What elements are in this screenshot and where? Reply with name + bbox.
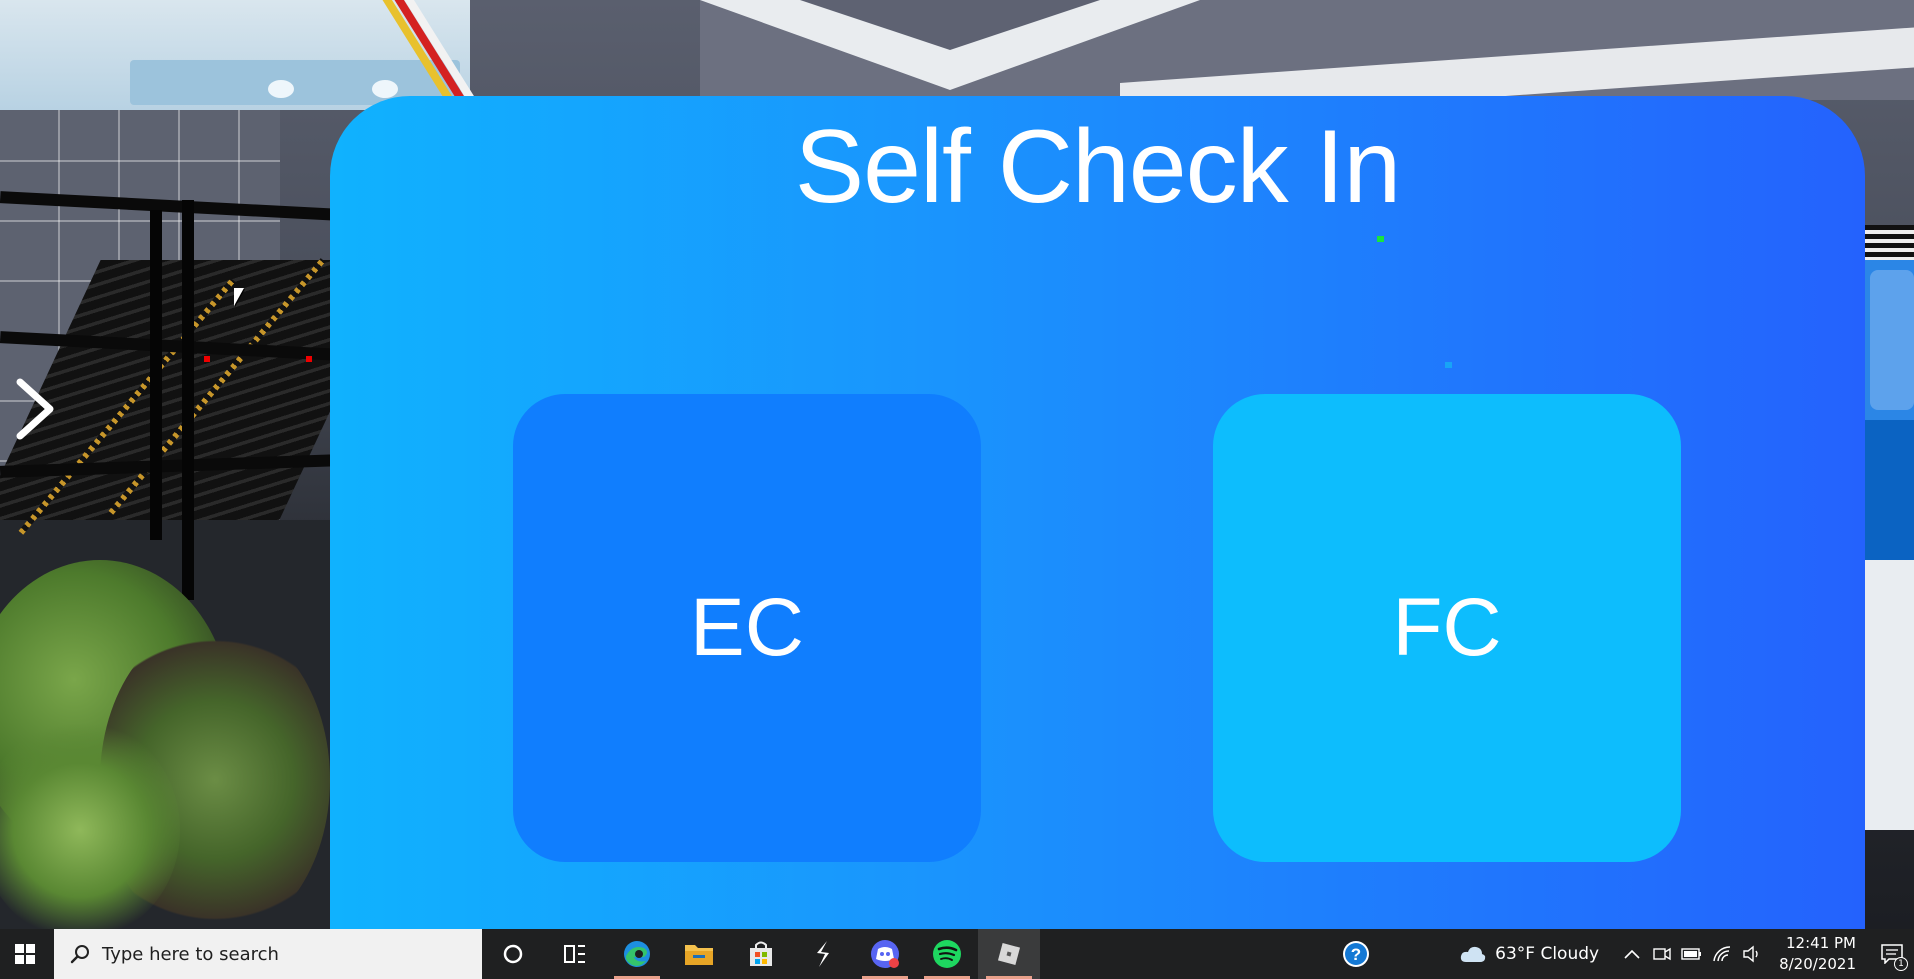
volume-button[interactable]: [1737, 929, 1767, 979]
start-button[interactable]: [0, 929, 50, 979]
help-button[interactable]: ?: [1331, 929, 1381, 979]
store-bag-icon: [750, 941, 772, 966]
kiosk-base: [1860, 560, 1914, 830]
lightning-s-icon: [817, 941, 829, 967]
search-icon: [70, 945, 89, 964]
app-s-button[interactable]: [792, 929, 854, 979]
spotify-icon: [933, 940, 961, 968]
notification-badge: 1: [1894, 957, 1908, 971]
camera-icon: [1653, 947, 1671, 961]
ec-button[interactable]: EC: [513, 394, 981, 862]
action-center-button[interactable]: 1: [1870, 929, 1914, 979]
ceiling-lamp: [268, 80, 294, 98]
indicator-dot: [1377, 236, 1384, 242]
chevron-up-icon: [1624, 949, 1640, 959]
clock-date: 8/20/2021: [1779, 955, 1856, 973]
discord-icon: [871, 940, 899, 968]
red-marker: [306, 356, 312, 362]
discord-button[interactable]: [854, 929, 916, 979]
speaker-icon: [1743, 945, 1758, 963]
task-view-button[interactable]: [544, 929, 606, 979]
network-button[interactable]: [1707, 929, 1737, 979]
clock[interactable]: 12:41 PM 8/20/2021: [1779, 933, 1856, 975]
edge-icon: [624, 941, 650, 967]
battery-button[interactable]: [1677, 929, 1707, 979]
weather-widget[interactable]: 63°F Cloudy: [1451, 929, 1607, 979]
meet-now-button[interactable]: [1647, 929, 1677, 979]
mouse-cursor: [234, 288, 244, 306]
roblox-icon: [997, 942, 1021, 966]
weather-text: 63°F Cloudy: [1495, 944, 1600, 964]
edge-button[interactable]: [606, 929, 668, 979]
spotify-button[interactable]: [916, 929, 978, 979]
taskbar-search[interactable]: Type here to search: [54, 929, 482, 979]
ec-button-label: EC: [690, 582, 804, 673]
microsoft-store-button[interactable]: [730, 929, 792, 979]
panel-title: Self Check In: [794, 109, 1402, 225]
indicator-dot: [1445, 362, 1452, 368]
red-marker: [204, 356, 210, 362]
task-view-icon: [564, 945, 585, 963]
search-placeholder: Type here to search: [102, 943, 279, 965]
show-hidden-icons[interactable]: [1617, 929, 1647, 979]
kiosk-glass: [1870, 270, 1914, 410]
cortana-circle-icon: [503, 944, 523, 964]
self-check-in-panel: Self Check In EC FC: [330, 96, 1865, 931]
help-icon: ?: [1343, 941, 1370, 967]
cortana-button[interactable]: [482, 929, 544, 979]
battery-icon: [1681, 948, 1702, 960]
file-explorer-button[interactable]: [668, 929, 730, 979]
taskbar: Type here to search ? 63°F Cloudy 12:41 …: [0, 929, 1914, 979]
right-stripes: [1860, 225, 1914, 265]
railing-post: [182, 200, 194, 600]
folder-icon: [685, 945, 713, 965]
fc-button[interactable]: FC: [1213, 394, 1681, 862]
cloud-icon: [1460, 946, 1486, 962]
roblox-button[interactable]: [978, 929, 1040, 979]
ceiling-lamp: [372, 80, 398, 98]
clock-time: 12:41 PM: [1786, 934, 1856, 952]
wifi-icon: [1713, 946, 1731, 962]
fc-button-label: FC: [1392, 582, 1502, 673]
svg-text:?: ?: [1351, 945, 1361, 964]
ceiling-beam-inner: [800, 0, 1100, 50]
chevron-right-icon[interactable]: [14, 378, 58, 440]
railing-post: [150, 210, 162, 540]
system-tray: ? 63°F Cloudy 12:41 PM 8/20/2021 1: [1331, 929, 1914, 979]
windows-icon: [15, 944, 35, 964]
